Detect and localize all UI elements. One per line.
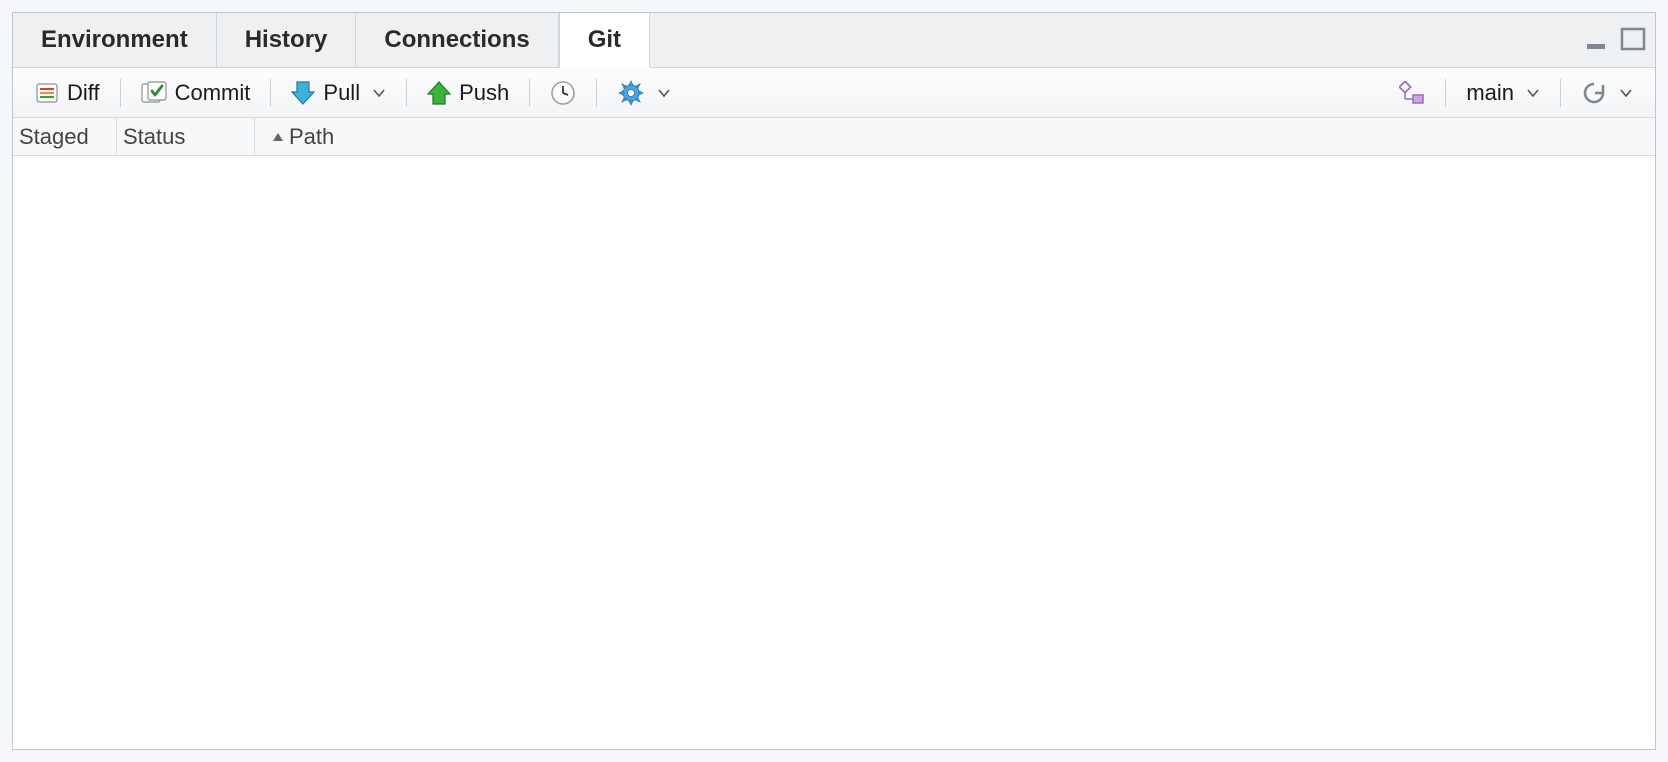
new-branch-button[interactable] bbox=[1389, 77, 1435, 109]
gear-icon bbox=[617, 79, 645, 107]
sort-asc-icon bbox=[271, 131, 285, 143]
separator bbox=[120, 79, 121, 107]
separator bbox=[529, 79, 530, 107]
tab-strip: Environment History Connections Git bbox=[13, 13, 1655, 68]
more-dropdown-caret-icon[interactable] bbox=[657, 88, 671, 98]
more-button[interactable] bbox=[607, 75, 681, 111]
tab-history[interactable]: History bbox=[217, 13, 357, 67]
pull-icon bbox=[291, 80, 315, 106]
refresh-dropdown-caret-icon[interactable] bbox=[1619, 88, 1633, 98]
column-path[interactable]: Path bbox=[255, 118, 1655, 155]
diff-label: Diff bbox=[67, 80, 100, 106]
push-icon bbox=[427, 80, 451, 106]
refresh-icon bbox=[1581, 80, 1607, 106]
history-button[interactable] bbox=[540, 76, 586, 110]
pull-dropdown-caret-icon[interactable] bbox=[372, 88, 386, 98]
commit-label: Commit bbox=[175, 80, 251, 106]
tab-connections-label: Connections bbox=[384, 26, 529, 54]
commit-icon bbox=[141, 81, 167, 105]
clock-icon bbox=[550, 80, 576, 106]
branch-dropdown-caret-icon[interactable] bbox=[1526, 88, 1540, 98]
refresh-button[interactable] bbox=[1571, 76, 1643, 110]
pull-button[interactable]: Pull bbox=[281, 76, 396, 110]
maximize-icon[interactable] bbox=[1619, 25, 1649, 55]
push-label: Push bbox=[459, 80, 509, 106]
column-staged[interactable]: Staged bbox=[13, 118, 117, 155]
commit-button[interactable]: Commit bbox=[131, 76, 261, 110]
file-list bbox=[13, 156, 1655, 749]
tab-git-label: Git bbox=[588, 26, 621, 54]
separator bbox=[1560, 79, 1561, 107]
tab-connections[interactable]: Connections bbox=[356, 13, 558, 67]
separator bbox=[406, 79, 407, 107]
git-panel: Environment History Connections Git bbox=[12, 12, 1656, 750]
column-staged-label: Staged bbox=[19, 124, 89, 150]
diff-icon bbox=[35, 82, 59, 104]
branch-label: main bbox=[1466, 80, 1514, 106]
separator bbox=[1445, 79, 1446, 107]
window-controls bbox=[1583, 13, 1649, 67]
tab-environment[interactable]: Environment bbox=[13, 13, 217, 67]
column-status[interactable]: Status bbox=[117, 118, 255, 155]
separator bbox=[596, 79, 597, 107]
column-path-label: Path bbox=[289, 124, 334, 150]
separator bbox=[270, 79, 271, 107]
tab-history-label: History bbox=[245, 26, 328, 54]
minimize-icon[interactable] bbox=[1583, 29, 1613, 51]
push-button[interactable]: Push bbox=[417, 76, 519, 110]
branch-icon bbox=[1399, 81, 1425, 105]
tab-git[interactable]: Git bbox=[559, 13, 650, 68]
pull-label: Pull bbox=[323, 80, 360, 106]
column-status-label: Status bbox=[123, 124, 185, 150]
git-toolbar: Diff Commit Pull bbox=[13, 68, 1655, 118]
tab-environment-label: Environment bbox=[41, 26, 188, 54]
branch-selector[interactable]: main bbox=[1456, 76, 1550, 110]
column-headers: Staged Status Path bbox=[13, 118, 1655, 156]
diff-button[interactable]: Diff bbox=[25, 76, 110, 110]
